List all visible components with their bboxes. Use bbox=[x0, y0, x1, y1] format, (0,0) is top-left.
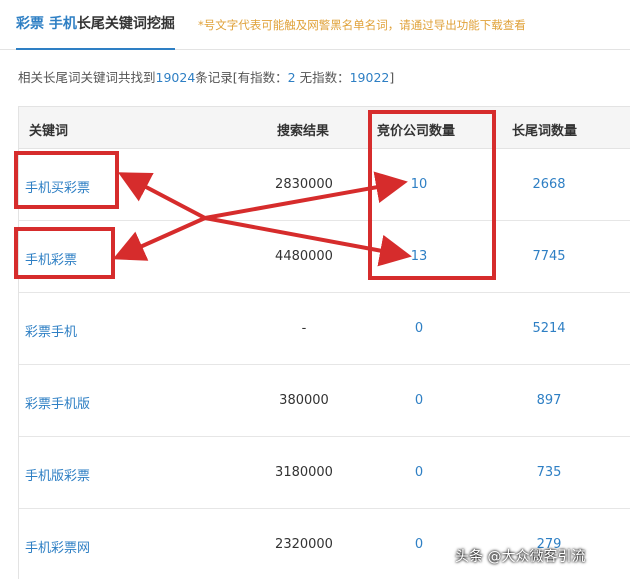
bid-companies-link[interactable]: 0 bbox=[374, 321, 464, 336]
search-results-value: 2830000 bbox=[275, 177, 333, 192]
summary-without-index: 19022 bbox=[349, 70, 390, 85]
header-long-tail-count[interactable]: 长尾词数量 bbox=[512, 120, 577, 139]
summary-total: 19024 bbox=[155, 70, 196, 85]
long-tail-count-link[interactable]: 897 bbox=[499, 393, 599, 408]
watermark: 头条 @大众微客引流 bbox=[455, 549, 586, 565]
tab-bar: 彩票 手机长尾关键词挖掘 *号文字代表可能触及网警黑名单名词，请通过导出功能下载… bbox=[0, 0, 630, 50]
search-results-value: 4480000 bbox=[275, 249, 333, 264]
bid-companies-link[interactable]: 0 bbox=[374, 537, 464, 552]
keyword-link[interactable]: 手机版彩票 bbox=[25, 465, 90, 484]
long-tail-count-link[interactable]: 735 bbox=[499, 465, 599, 480]
highlight-box-keyword-2 bbox=[14, 227, 115, 279]
tab-long-tail-mining[interactable]: 彩票 手机长尾关键词挖掘 bbox=[16, 13, 175, 50]
summary-with-index: 2 bbox=[287, 70, 296, 85]
tab-label: 长尾关键词挖掘 bbox=[76, 16, 175, 32]
table-row: 手机版彩票 3180000 0 735 bbox=[19, 437, 630, 509]
keyword-link[interactable]: 彩票手机 bbox=[25, 321, 77, 340]
search-results-value: 2320000 bbox=[275, 537, 333, 552]
highlight-box-keyword-1 bbox=[14, 151, 119, 209]
summary-prefix: 相关长尾词关键词共找到 bbox=[18, 70, 156, 85]
long-tail-count-link[interactable]: 5214 bbox=[499, 321, 599, 336]
keyword-link[interactable]: 彩票手机版 bbox=[25, 393, 90, 412]
header-search-results[interactable]: 搜索结果 bbox=[277, 120, 329, 139]
table-row: 彩票手机 - 0 5214 bbox=[19, 293, 630, 365]
long-tail-count-link[interactable]: 2668 bbox=[499, 177, 599, 192]
long-tail-count-link[interactable]: 7745 bbox=[499, 249, 599, 264]
bid-companies-link[interactable]: 0 bbox=[374, 465, 464, 480]
summary-mid: 条记录[有指数： bbox=[195, 70, 288, 85]
summary-mid2: 无指数： bbox=[295, 70, 350, 85]
header-keyword[interactable]: 关键词 bbox=[29, 120, 68, 139]
bid-companies-link[interactable]: 0 bbox=[374, 393, 464, 408]
result-summary: 相关长尾词关键词共找到19024条记录[有指数：2 无指数：19022] bbox=[18, 67, 394, 86]
keyword-link[interactable]: 手机彩票网 bbox=[25, 537, 90, 556]
tab-keyword-2: 手机 bbox=[48, 16, 77, 32]
search-results-value: 380000 bbox=[279, 393, 329, 408]
tab-keyword-1: 彩票 bbox=[16, 16, 44, 32]
table-row: 手机彩票网 2320000 0 279 bbox=[19, 509, 630, 579]
search-results-value: - bbox=[301, 321, 307, 336]
table-row: 彩票手机版 380000 0 897 bbox=[19, 365, 630, 437]
summary-suffix: ] bbox=[389, 70, 395, 85]
table-header: 关键词 搜索结果 竞价公司数量 长尾词数量 bbox=[19, 107, 630, 149]
highlight-box-bid-column bbox=[368, 110, 496, 280]
search-results-value: 3180000 bbox=[275, 465, 333, 480]
blacklist-note: *号文字代表可能触及网警黑名单名词，请通过导出功能下载查看 bbox=[198, 18, 526, 32]
